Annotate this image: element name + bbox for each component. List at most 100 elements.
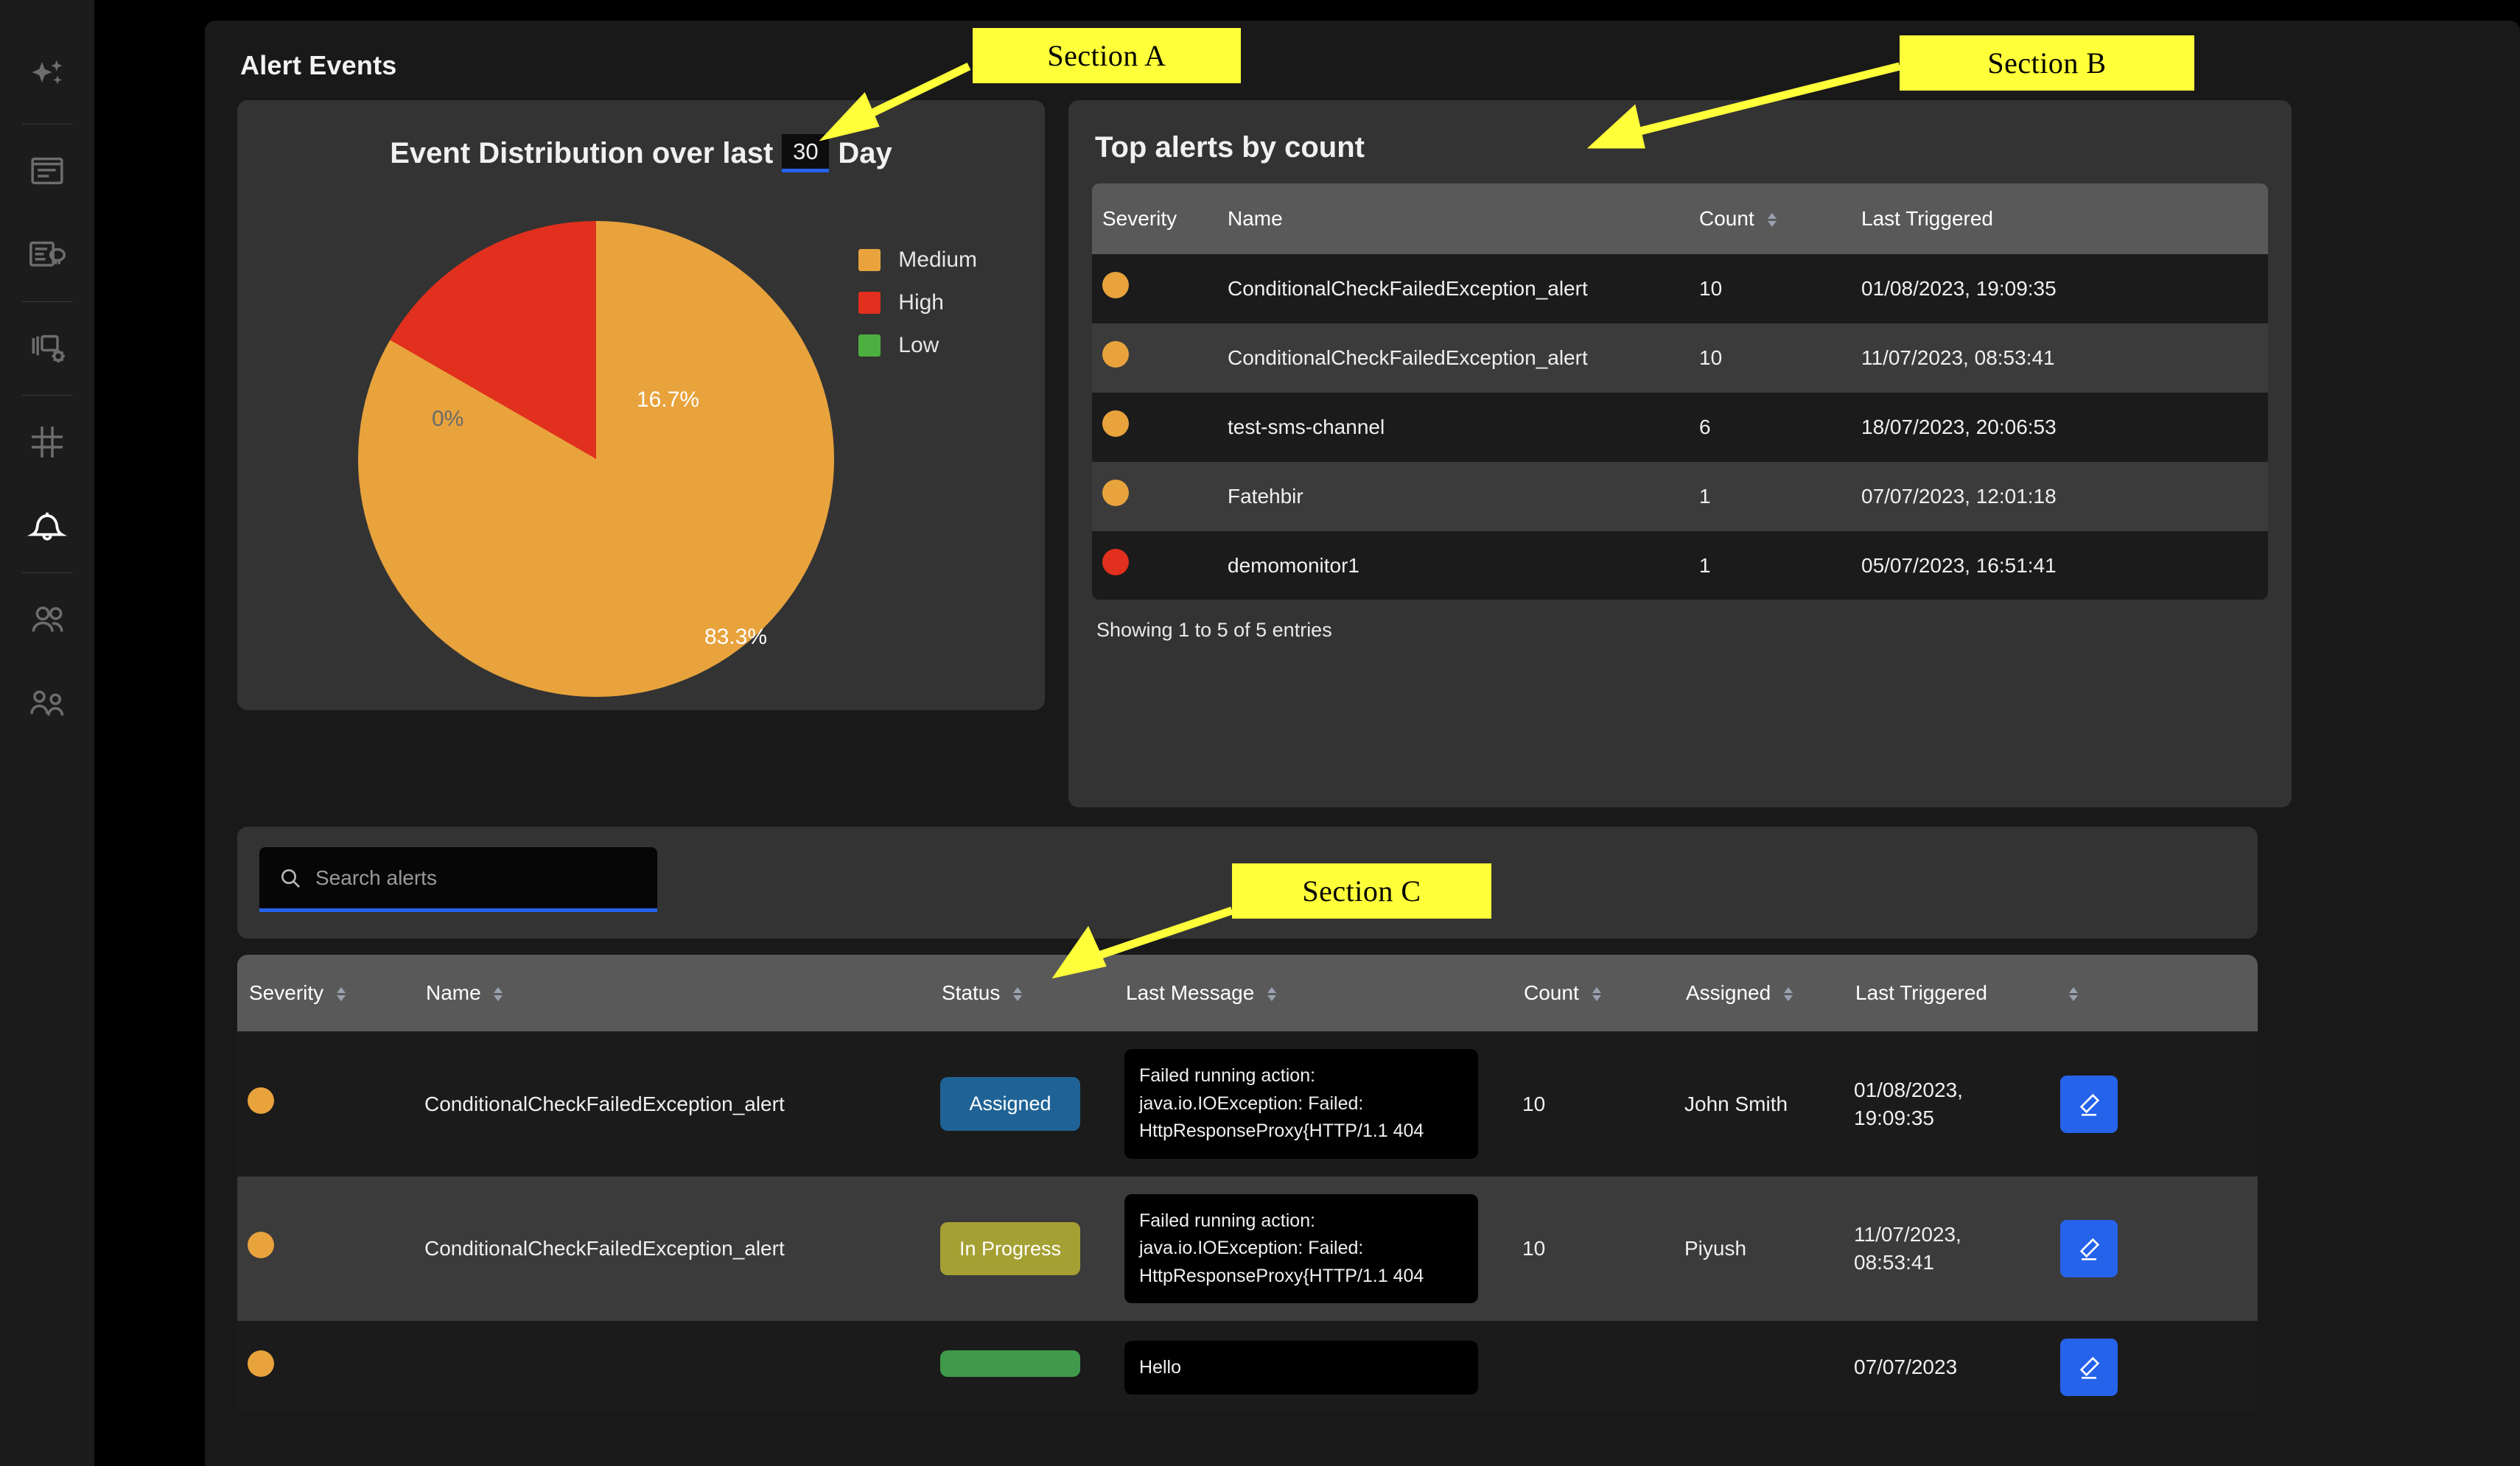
alerts-table-card: Severity Name Status Last Message Count … [237,955,2258,1414]
cell-status: Assigned [930,1031,1114,1176]
cell-severity [237,1031,414,1176]
cell-last-message: Failed running action: java.io.IOExcepti… [1114,1031,1512,1176]
ai-sparkle-icon[interactable] [0,35,94,119]
severity-dot [1102,272,1129,299]
top-alerts-table-wrap: Severity Name Count Last Triggered Condi… [1092,183,2268,600]
layers-settings-icon[interactable] [0,306,94,390]
users-icon[interactable] [0,662,94,746]
days-input[interactable] [782,134,830,172]
cell-count: 1 [1699,484,1711,508]
cell-count: 6 [1699,415,1711,438]
sort-arrows-assigned[interactable] [1783,987,1793,1002]
cell-name: ConditionalCheckFailedException_alert [424,1237,785,1260]
cell-severity [237,1176,414,1322]
table-row[interactable]: demomonitor1 1 05/07/2023, 16:51:41 [1092,530,2268,600]
document-icon[interactable] [0,129,94,213]
col-name[interactable]: Name [414,955,930,1031]
severity-dot [248,1232,274,1259]
severity-dot [1102,341,1129,368]
legend-item-low[interactable]: Low [858,333,977,358]
status-badge[interactable] [940,1350,1080,1378]
table-row[interactable]: ConditionalCheckFailedException_alert In… [237,1176,2258,1322]
table-row[interactable]: ConditionalCheckFailedException_alert As… [237,1031,2258,1176]
cell-severity [1092,531,1217,600]
sort-arrows-last-message[interactable] [1267,987,1277,1002]
severity-dot [1102,410,1129,437]
edit-button[interactable] [2060,1339,2118,1397]
cell-count: 10 [1522,1092,1546,1115]
legend-swatch-high [858,292,881,314]
cell-name [414,1321,930,1414]
user-group-icon[interactable] [0,578,94,662]
cell-count: 10 [1522,1237,1546,1260]
search-input[interactable] [315,866,657,890]
document-insight-icon[interactable] [0,213,94,297]
col-last-triggered[interactable]: Last Triggered [1851,183,2268,254]
legend-item-high[interactable]: High [858,290,977,315]
top-alerts-title: Top alerts by count [1095,131,1365,164]
table-row[interactable]: test-sms-channel 6 18/07/2023, 20:06:53 [1092,392,2268,462]
cell-severity [1092,393,1217,462]
cell-assigned [1674,1321,1844,1414]
chart-title-suffix: Day [838,136,892,169]
cell-name: Fatehbir [1228,484,1303,508]
main-content: Alert Events Event Distribution over las… [205,21,2520,1466]
status-badge[interactable]: In Progress [940,1221,1080,1276]
col-status-label: Status [942,981,1001,1004]
sort-arrows-status[interactable] [1013,987,1023,1002]
chart-title: Event Distribution over last Day [256,134,1026,172]
pie-label-high: 16.7% [637,387,700,412]
table-row[interactable]: ConditionalCheckFailedException_alert 10… [1092,254,2268,324]
search-box[interactable] [259,847,657,912]
pie-legend: Medium High Low [858,248,977,376]
annotation-section-a: Section A [973,28,1241,83]
sort-arrows-count[interactable] [1592,987,1601,1002]
sort-arrows-count[interactable] [1767,213,1777,228]
table-row[interactable]: ConditionalCheckFailedException_alert 10… [1092,323,2268,393]
col-count-label: Count [1699,207,1754,230]
cell-name: ConditionalCheckFailedException_alert [1228,277,1588,301]
cell-actions [2050,1176,2258,1322]
cell-count: 10 [1699,346,1723,370]
legend-item-medium[interactable]: Medium [858,248,977,273]
sort-arrows-actions[interactable] [2069,987,2078,1002]
col-count-label: Count [1524,981,1579,1004]
table-row[interactable]: Fatehbir 1 07/07/2023, 12:01:18 [1092,461,2268,531]
cell-severity [1092,323,1217,393]
col-count[interactable]: Count [1512,955,1674,1031]
sort-arrows-name[interactable] [494,987,503,1002]
cell-status [930,1321,1114,1414]
col-last-triggered-label: Last Triggered [1855,981,1987,1004]
col-name[interactable]: Name [1217,183,1689,254]
col-count[interactable]: Count [1689,183,1851,254]
col-severity[interactable]: Severity [1092,183,1217,254]
table-row[interactable]: Hello 07/07/2023 [237,1321,2258,1414]
message-box: Failed running action: java.io.IOExcepti… [1124,1193,1478,1304]
top-alerts-card: Top alerts by count Severity Name Count [1068,100,2292,807]
edit-pencil-icon [2079,1093,2100,1116]
cell-actions [2050,1321,2258,1414]
col-severity[interactable]: Severity [237,955,414,1031]
col-last-message-label: Last Message [1126,981,1255,1004]
annotation-label-b: Section B [1900,35,2194,91]
col-last-message[interactable]: Last Message [1114,955,1512,1031]
col-name-label: Name [426,981,481,1004]
sidebar-divider [22,572,72,573]
sort-arrows-severity[interactable] [336,987,346,1002]
bell-alerts-icon[interactable] [0,484,94,568]
event-distribution-card: Event Distribution over last Day 16.7% 8… [237,100,1045,710]
chart-title-prefix: Event Distribution over last [390,136,774,169]
pie-chart: 16.7% 83.3% 0% Medium High Low [256,192,1026,697]
severity-dot [248,1350,274,1378]
cell-last-triggered: 07/07/2023 [1854,1355,1958,1379]
app-root: Alert Events Event Distribution over las… [0,0,2520,1466]
cell-last-triggered: 11/07/2023, 08:53:41 [1854,1223,1961,1274]
grid-hash-icon[interactable] [0,400,94,484]
col-actions[interactable] [2050,955,2258,1031]
col-last-triggered[interactable]: Last Triggered [1844,955,2050,1031]
edit-button[interactable] [2060,1075,2118,1133]
col-status[interactable]: Status [930,955,1114,1031]
col-assigned[interactable]: Assigned [1674,955,1844,1031]
edit-button[interactable] [2060,1220,2118,1278]
status-badge[interactable]: Assigned [940,1077,1080,1131]
